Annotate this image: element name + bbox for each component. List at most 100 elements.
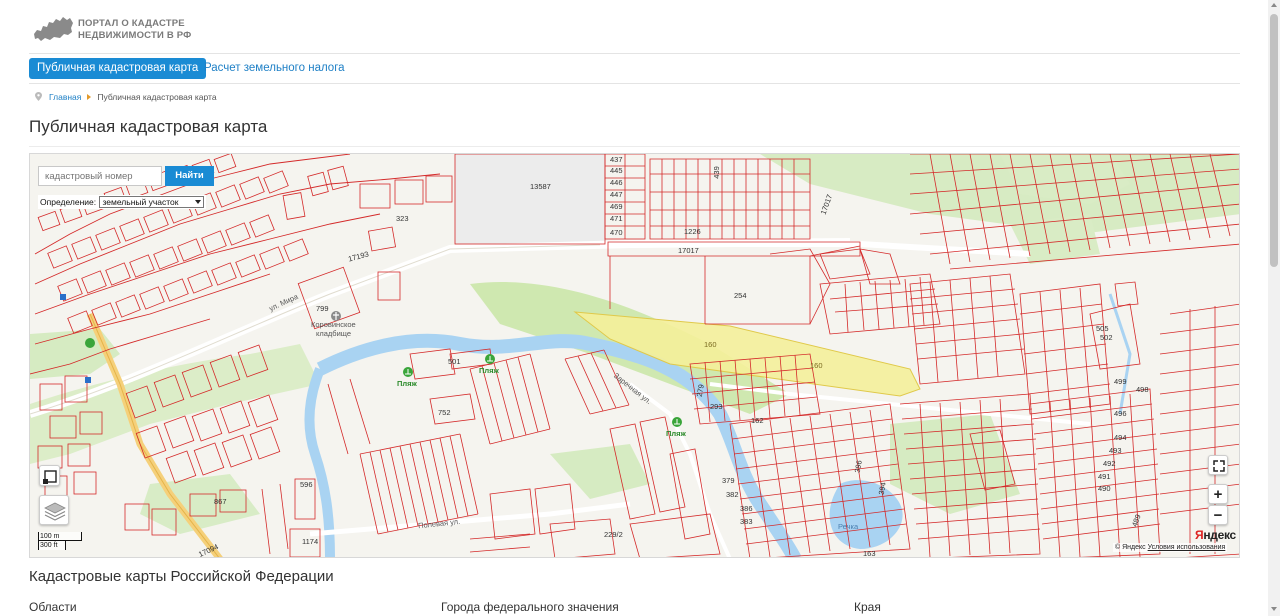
parcel-label[interactable]: 379: [722, 476, 735, 485]
column-title-federal-cities: Города федерального значения: [441, 600, 619, 614]
parcel-label[interactable]: 382: [726, 490, 739, 499]
logo-text[interactable]: ПОРТАЛ О КАДАСТРЕ НЕДВИЖИМОСТИ В РФ: [78, 18, 192, 42]
map-scale: 100 m 300 ft: [38, 532, 82, 550]
layers-button[interactable]: [39, 495, 69, 525]
scroll-thumb[interactable]: [1270, 14, 1278, 267]
map-canvas[interactable]: [30, 154, 1240, 558]
parcel-label[interactable]: 492: [1103, 459, 1116, 468]
divider: [29, 83, 1240, 84]
beach-marker-icon: [672, 417, 682, 427]
parcel-label[interactable]: 470: [610, 228, 623, 237]
parcel-label[interactable]: 1226: [684, 227, 701, 236]
section-title: Кадастровые карты Российской Федерации: [29, 568, 334, 585]
parcel-label[interactable]: 160: [810, 361, 823, 370]
logo-line1: ПОРТАЛ О КАДАСТРЕ: [78, 18, 185, 29]
parcel-label[interactable]: 596: [300, 480, 313, 489]
parcel-label[interactable]: 437: [610, 155, 623, 164]
terms-link[interactable]: Условия использования: [1148, 544, 1226, 551]
divider: [29, 53, 1240, 54]
parcel-label[interactable]: 502: [1100, 333, 1113, 342]
parcel-label[interactable]: 439: [712, 166, 721, 179]
selection-tool-button[interactable]: [39, 465, 60, 486]
parcel-label[interactable]: 323: [396, 214, 409, 223]
poi-marker-icon: [85, 338, 95, 348]
parcel-label[interactable]: 867: [214, 497, 227, 506]
definition-select[interactable]: земельный участок: [99, 196, 205, 208]
parcel-label[interactable]: 469: [610, 202, 623, 211]
beach-label: Пляж: [666, 429, 686, 438]
breadcrumb-current: Публичная кадастровая карта: [97, 92, 217, 102]
tab-cadastral-map[interactable]: Публичная кадастровая карта: [29, 58, 207, 79]
logo-line2: НЕДВИЖИМОСТИ В РФ: [78, 30, 192, 41]
river-label: Речка: [838, 522, 859, 531]
parcel-label[interactable]: 383: [740, 517, 753, 526]
parcel-label[interactable]: 501: [448, 357, 461, 366]
scale-metric: 100 m: [38, 532, 82, 541]
breadcrumb: Главная Публичная кадастровая карта: [35, 91, 217, 103]
column-title-regions: Области: [29, 600, 77, 614]
parcel-label[interactable]: 493: [1109, 446, 1122, 455]
beach-marker-icon: [485, 354, 495, 364]
parcel-label[interactable]: 254: [734, 291, 747, 300]
fullscreen-icon: [1213, 460, 1225, 472]
page-title: Публичная кадастровая карта: [29, 117, 268, 136]
parcel-label[interactable]: 162: [751, 416, 764, 425]
parcel-label[interactable]: 163: [863, 549, 876, 557]
parcel-label[interactable]: 386: [740, 504, 753, 513]
parcel-label[interactable]: 13587: [530, 182, 551, 191]
location-pin-icon: [35, 92, 42, 101]
parcel-label[interactable]: 229/2: [604, 530, 623, 539]
cemetery-label: кладбище: [316, 329, 352, 338]
breadcrumb-separator-icon: [87, 94, 92, 100]
parcel-label[interactable]: 1174: [302, 537, 318, 546]
parcel-label[interactable]: 491: [1098, 472, 1111, 481]
parcel-label[interactable]: 752: [438, 408, 451, 417]
cadastral-map[interactable]: 13587 17017 17017 17193 799 254 160 160 …: [29, 153, 1240, 558]
fullscreen-button[interactable]: [1208, 455, 1228, 475]
parcel-label[interactable]: 471: [610, 214, 623, 223]
parcel-label[interactable]: 496: [1114, 409, 1127, 418]
site-header: ПОРТАЛ О КАДАСТРЕ НЕДВИЖИМОСТИ В РФ: [29, 12, 1240, 52]
breadcrumb-home-link[interactable]: Главная: [49, 92, 81, 102]
tab-land-tax[interactable]: Расчет земельного налога: [204, 58, 345, 79]
parcel-label[interactable]: 494: [1114, 433, 1127, 442]
definition-select-value: земельный участок: [102, 197, 179, 207]
parcel-label[interactable]: 446: [610, 178, 623, 187]
beach-label: Пляж: [397, 379, 417, 388]
zoom-in-button[interactable]: +: [1208, 484, 1228, 504]
copyright-text: © Яндекс: [1115, 544, 1146, 551]
definition-label: Определение:: [40, 197, 97, 207]
cemetery-label: Коровинское: [311, 320, 356, 329]
chevron-down-icon: [195, 200, 202, 204]
parcel-label[interactable]: 17017: [678, 246, 699, 255]
divider: [29, 146, 1240, 147]
parcel-label[interactable]: 499: [1114, 377, 1127, 386]
page-scrollbar[interactable]: [1268, 0, 1280, 616]
parcel-label[interactable]: 799: [316, 304, 329, 313]
beach-label: Пляж: [479, 366, 499, 375]
scroll-up-arrow-icon[interactable]: [1271, 3, 1277, 7]
main-nav: Публичная кадастровая карта Расчет земел…: [29, 58, 1240, 80]
layers-icon: [44, 502, 66, 521]
parcel-label[interactable]: 490: [1098, 484, 1111, 493]
parcel-label[interactable]: 505: [1096, 324, 1109, 333]
parcel-label[interactable]: 498: [1136, 385, 1149, 394]
parcel-label[interactable]: 447: [610, 190, 623, 199]
map-attribution: © Яндекс Условия использования: [1113, 543, 1228, 552]
map-provider-logo[interactable]: Яндекс: [1195, 528, 1236, 542]
gray-lot-area: [455, 154, 605, 244]
russia-map-logo-icon[interactable]: [32, 14, 74, 44]
cadastral-number-input[interactable]: [38, 166, 162, 186]
parcel-label[interactable]: 445: [610, 166, 623, 175]
parcel-label[interactable]: 160: [704, 340, 717, 349]
column-title-territories: Края: [854, 600, 881, 614]
zoom-out-button[interactable]: −: [1208, 505, 1228, 525]
beach-marker-icon: [403, 367, 413, 377]
definition-row: Определение: земельный участок: [38, 195, 207, 209]
scale-imperial: 300 ft: [38, 541, 66, 550]
find-button[interactable]: Найти: [165, 166, 214, 186]
parcel-label[interactable]: 293: [710, 402, 723, 411]
scroll-down-arrow-icon[interactable]: [1271, 607, 1277, 611]
provider-rest: ндекс: [1203, 528, 1236, 542]
select-area-icon: [43, 470, 57, 484]
